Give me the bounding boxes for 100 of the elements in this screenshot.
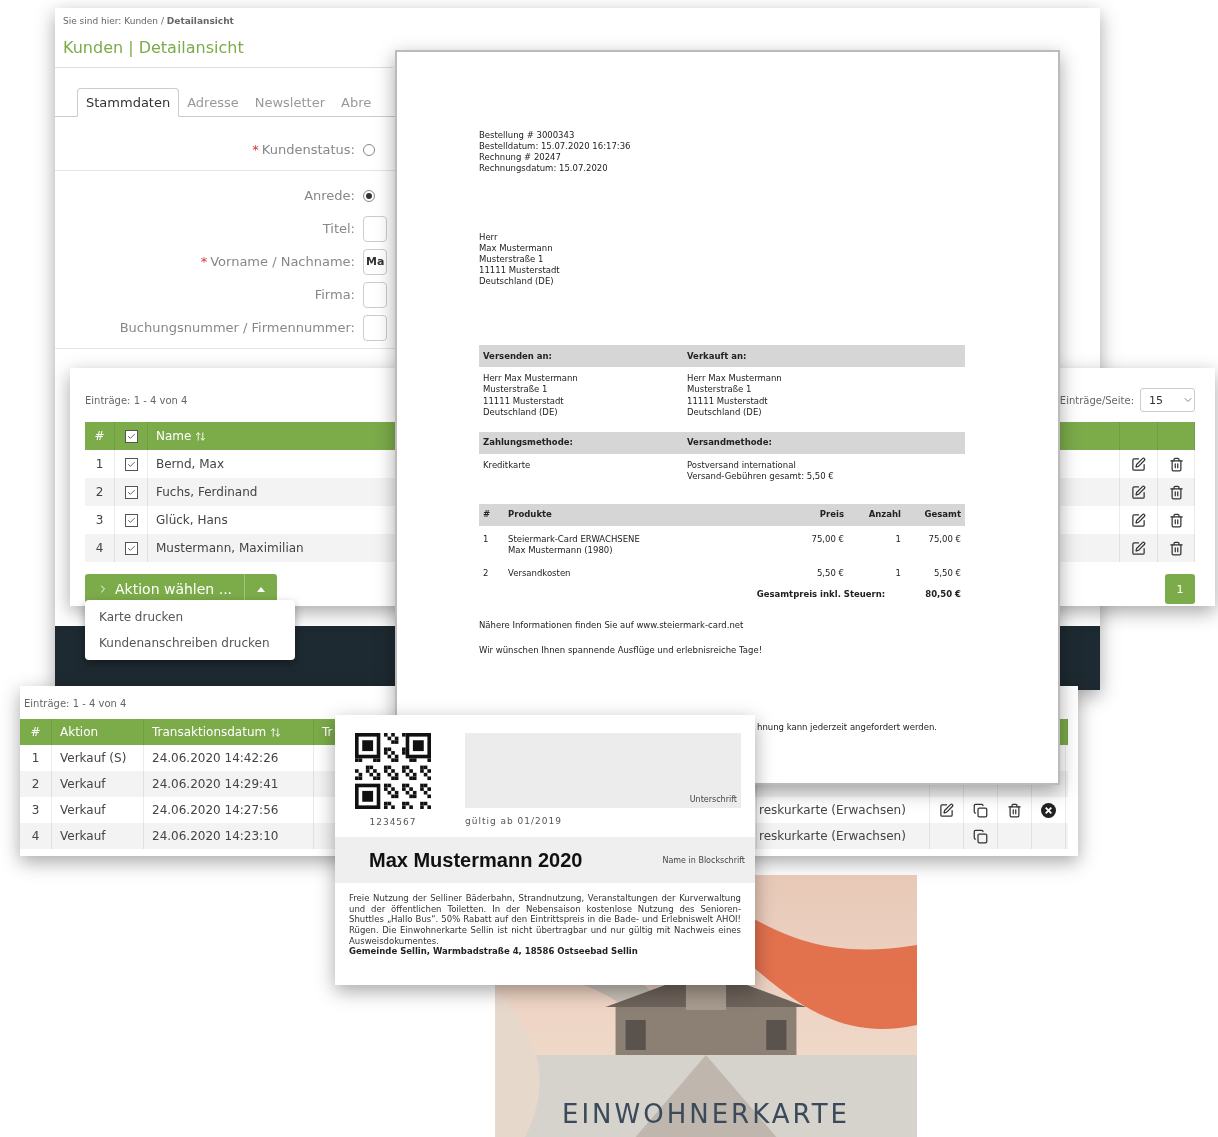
- signature-label: Unterschrift: [689, 795, 737, 804]
- breadcrumb: Sie sind hier: Kunden / Detailansicht: [62, 15, 235, 26]
- section-heading: Verkauft an:: [687, 350, 748, 362]
- table-cell: Verkauf: [52, 823, 144, 849]
- checkbox[interactable]: [124, 485, 138, 499]
- per-page-select[interactable]: 15: [1140, 388, 1195, 412]
- total-label: Gesamtpreis inkl. Steuern:: [756, 588, 886, 600]
- check-icon: [126, 431, 136, 441]
- required-mark: *: [200, 254, 208, 269]
- input-field[interactable]: [363, 314, 387, 341]
- checkbox[interactable]: [124, 429, 138, 443]
- tab[interactable]: Adresse: [179, 89, 247, 116]
- table-cell-text: 1: [483, 533, 490, 546]
- total-value: 80,50 €: [925, 588, 961, 600]
- checkbox[interactable]: [124, 513, 138, 527]
- product-text: Max Mustermann (1980): [508, 544, 614, 556]
- address-line: Deutschland (DE): [479, 276, 555, 288]
- tab[interactable]: Stammdaten: [77, 88, 180, 117]
- note-text: Wir wünschen Ihnen spannende Ausflüge und erlebnisreiche Tage!: [479, 644, 764, 656]
- edit-icon[interactable]: [1131, 512, 1146, 528]
- per-page-label: Einträge/Seite:: [1059, 394, 1134, 406]
- field-label: Buchungsnummer / Firmennummer:: [119, 320, 355, 335]
- check-icon: [126, 515, 136, 525]
- delete-icon[interactable]: [1168, 540, 1184, 556]
- address-line: 11111 Musterstadt: [479, 265, 561, 277]
- field-label: Anrede:: [304, 188, 355, 203]
- address-line: Herr: [479, 232, 499, 244]
- page-title: Kunden | Detailansicht: [55, 26, 393, 68]
- field-label: Titel:: [322, 221, 355, 236]
- edit-icon[interactable]: [1131, 456, 1146, 472]
- section-text: Musterstraße 1: [483, 384, 549, 396]
- card-number: 1234567: [369, 817, 417, 827]
- edit-icon[interactable]: [1131, 540, 1146, 556]
- order-info: Bestellung # 3000343: [479, 130, 576, 142]
- table-cell-text: 2: [483, 567, 490, 579]
- qr-code-icon: [355, 733, 431, 809]
- input-field[interactable]: [363, 281, 387, 308]
- section-text: Musterstraße 1: [687, 384, 753, 396]
- delete-icon[interactable]: [1168, 484, 1184, 500]
- column-header: Gesamt: [923, 509, 961, 521]
- table-cell-text: 5,50 €: [815, 567, 844, 579]
- menu-item[interactable]: Kundenanschreiben drucken: [85, 630, 295, 656]
- required-mark: *: [252, 142, 259, 157]
- section-text: 11111 Musterstadt: [687, 395, 769, 407]
- page-button[interactable]: 1: [1165, 574, 1195, 604]
- delete-icon[interactable]: [1168, 456, 1184, 472]
- input-field[interactable]: [363, 215, 387, 242]
- section-text: Deutschland (DE): [687, 406, 763, 418]
- section-text: Deutschland (DE): [483, 406, 559, 418]
- checkbox[interactable]: [124, 457, 138, 471]
- section-text: Postversand international: [687, 459, 797, 471]
- column-header[interactable]: Name: [156, 429, 192, 443]
- table-cell-text: 1: [894, 567, 901, 579]
- note-text: Nähere Informationen finden Sie auf www.steiermark-card.net: [479, 619, 745, 631]
- copy-icon[interactable]: [973, 828, 988, 844]
- entries-info: Einträge: 1 - 4 von 4: [85, 394, 188, 406]
- column-header: Produkte: [508, 509, 553, 521]
- note-text: hnung kann jederzeit angefordert werden.: [757, 722, 938, 732]
- tab[interactable]: Abre: [333, 89, 380, 116]
- row-number: 4: [85, 534, 115, 562]
- field-label: Firma:: [314, 287, 355, 302]
- column-header[interactable]: Transaktionsdatum: [152, 725, 267, 739]
- menu-item[interactable]: Karte drucken: [85, 604, 295, 630]
- close-icon[interactable]: [1041, 802, 1056, 818]
- valid-from: gültig ab 01/2019: [465, 816, 563, 826]
- table-cell-text: 1: [894, 533, 901, 546]
- address-line: Max Mustermann: [479, 243, 554, 255]
- table-cell: reskurkarte (Erwachsen): [759, 803, 906, 817]
- edit-icon[interactable]: [939, 802, 954, 818]
- address-line: Musterstraße 1: [479, 254, 545, 266]
- section-text: 11111 Musterstadt: [483, 395, 565, 407]
- table-cell-text: 75,00 €: [810, 533, 844, 546]
- column-header: Preis: [818, 509, 844, 521]
- section-heading: Versenden an:: [483, 350, 553, 362]
- edit-icon[interactable]: [1131, 484, 1146, 500]
- order-info: Rechnung # 20247: [479, 152, 562, 164]
- table-cell: reskurkarte (Erwachsen): [759, 829, 906, 843]
- row-number: 4: [20, 823, 52, 849]
- name-label: Name in Blockschrift: [662, 855, 745, 865]
- card-holder-name: Max Mustermann 2020: [369, 848, 583, 872]
- card-description: Freie Nutzung der Selliner Bäderbahn, Strandnutzung, Veranstaltungen der Kurverwaltung und der öffentlichen Toiletten. In der Nebensaison kostenlose Nutzung des Senioren-Shuttles „Hallo Bus“. 50% Rabatt auf den Eintrittspreis in die Bade- und Erlebniswelt AHOI! Rügen. Die Einwohnerkarte Sellin ist nicht übertragbar und nur gültig mit Nachweis eines Ausweisdokumentes.: [348, 892, 742, 947]
- tab[interactable]: Newsletter: [246, 89, 333, 116]
- copy-icon[interactable]: [973, 802, 988, 818]
- delete-icon[interactable]: [1007, 802, 1022, 818]
- section-text: Herr Max Mustermann: [483, 373, 579, 385]
- caret-up-icon: [257, 586, 266, 592]
- delete-icon[interactable]: [1168, 512, 1184, 528]
- column-header: #: [483, 509, 492, 521]
- column-header: Anzahl: [867, 509, 901, 521]
- field-label: Kundenstatus:: [261, 142, 355, 157]
- entries-info: Einträge: 1 - 4 von 4: [24, 698, 127, 709]
- table-cell-text: 5,50 €: [932, 567, 961, 579]
- section-heading: Zahlungsmethode:: [483, 437, 574, 449]
- check-icon: [126, 459, 136, 469]
- card-address: Gemeinde Sellin, Warmbadstraße 4, 18586 Ostseebad Sellin: [348, 946, 639, 957]
- checkbox[interactable]: [124, 541, 138, 555]
- check-icon: [126, 487, 136, 497]
- check-icon: [126, 543, 136, 553]
- product-text: Versandkosten: [508, 567, 572, 579]
- input-field[interactable]: Ma: [363, 248, 387, 275]
